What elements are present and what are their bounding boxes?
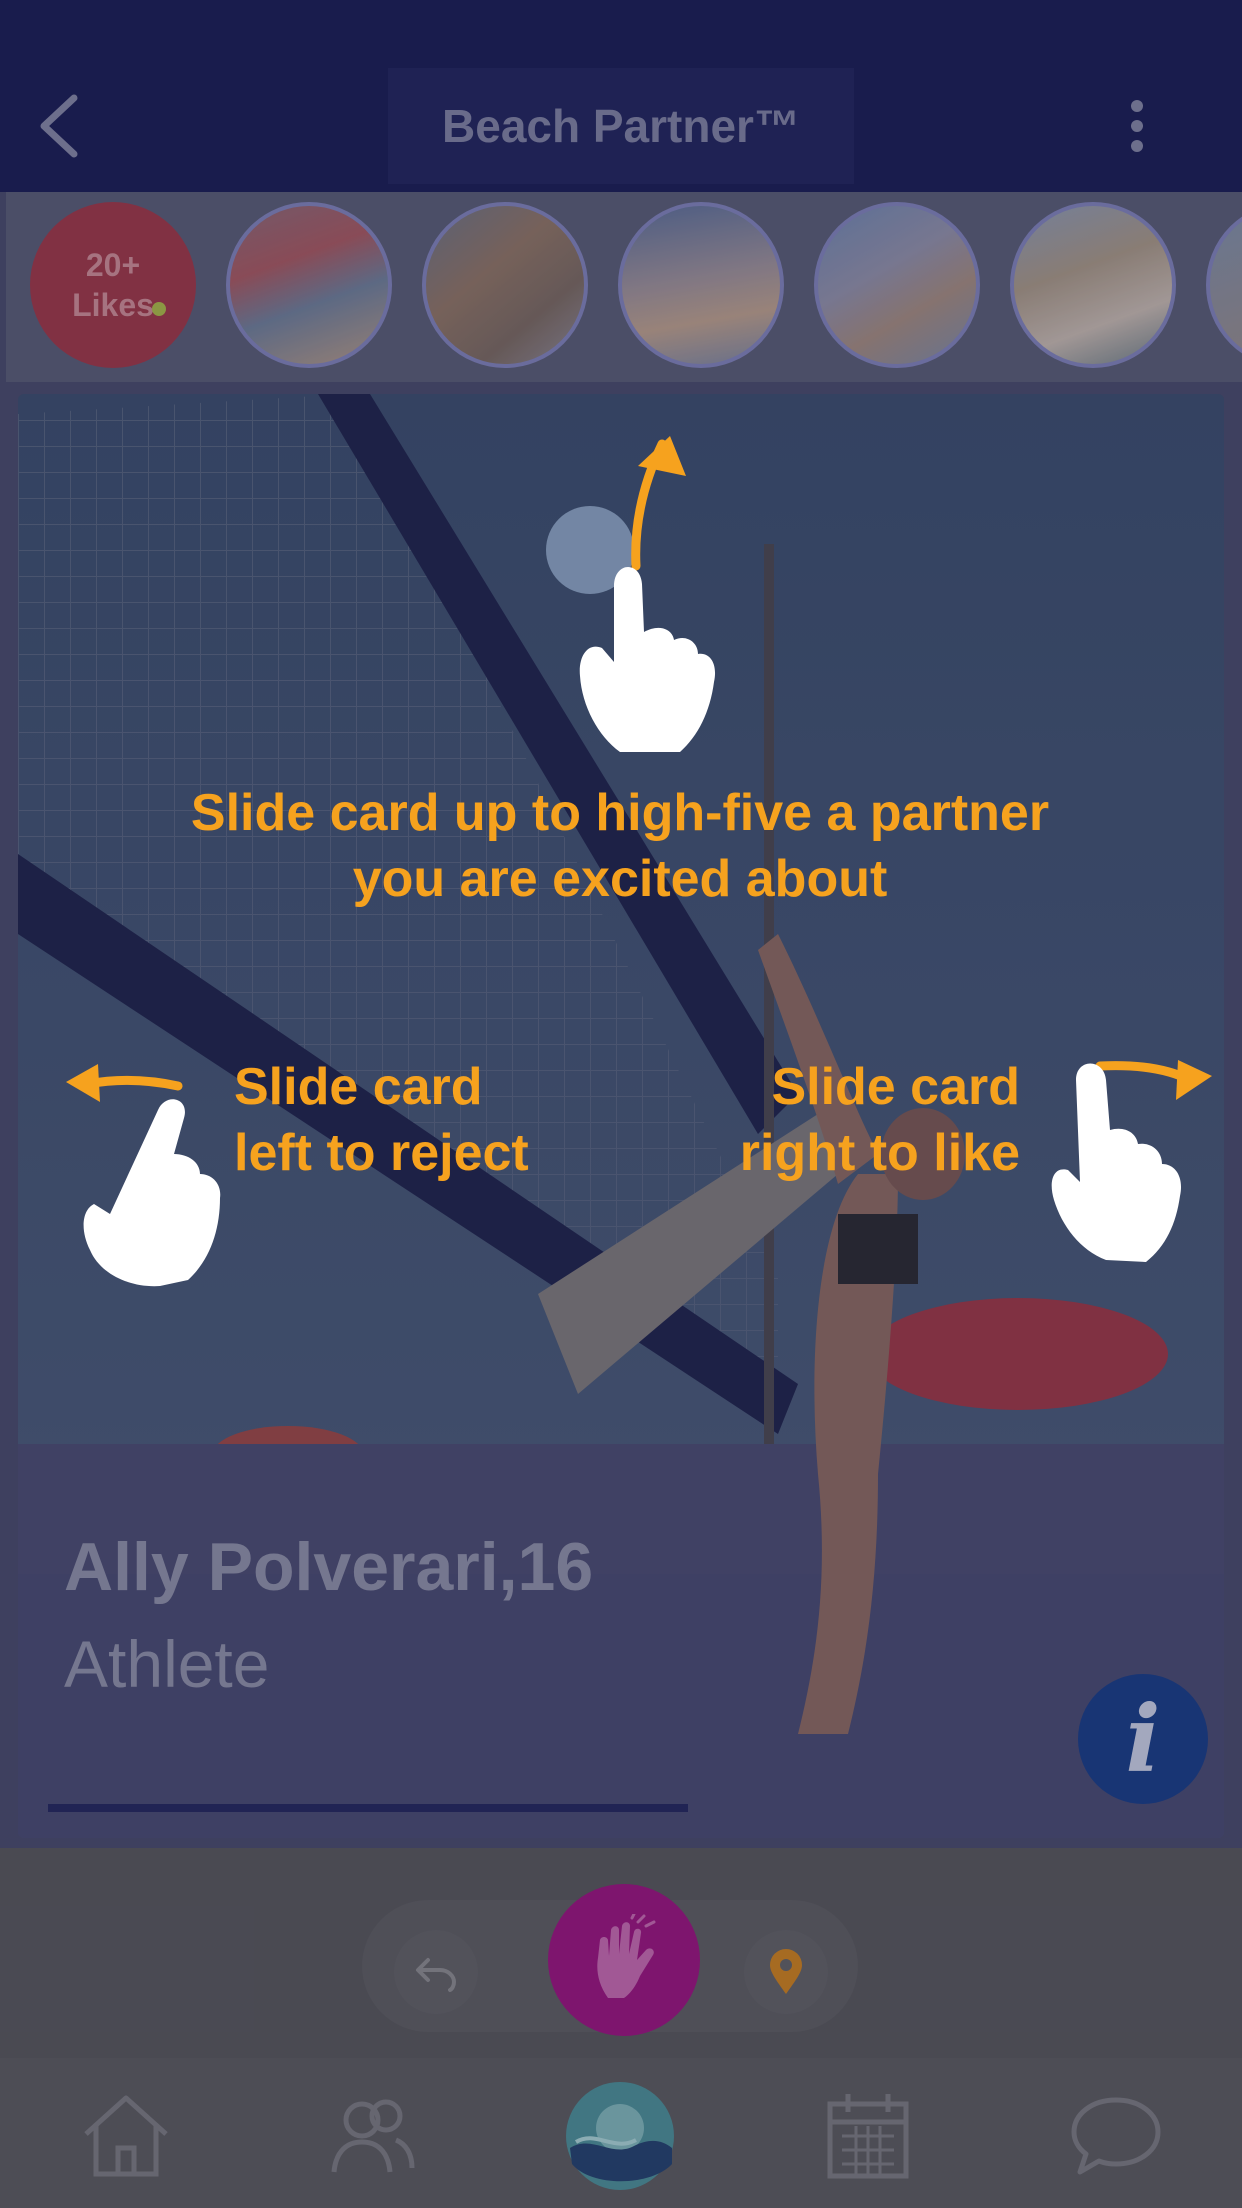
chat-icon [1071, 2097, 1161, 2175]
location-button[interactable] [744, 1930, 828, 2014]
hint-swipe-left: Slide card left to reject [234, 1058, 529, 1182]
card-progress-bar [48, 1804, 688, 1812]
likes-badge[interactable]: 20+ Likes [30, 202, 196, 368]
logo-icon [566, 2082, 674, 2190]
undo-icon [416, 1958, 457, 1992]
likes-label: Likes [72, 287, 154, 323]
more-vertical-icon [1131, 100, 1143, 152]
app-title: Beach Partner™ [388, 68, 854, 184]
avatar[interactable] [226, 202, 392, 368]
swipe-right-hand-icon [1051, 1060, 1212, 1262]
info-button[interactable]: i [1078, 1674, 1208, 1804]
more-menu-button[interactable] [1112, 92, 1162, 162]
undo-button[interactable] [394, 1930, 478, 2014]
tab-calendar[interactable] [808, 2076, 928, 2196]
swipe-up-hand-icon [579, 436, 716, 752]
tab-home[interactable] [66, 2076, 186, 2196]
matches-strip[interactable]: 20+ Likes [6, 192, 1242, 382]
high-five-button[interactable] [548, 1884, 700, 2036]
avatar[interactable] [422, 202, 588, 368]
people-icon [331, 2099, 415, 2173]
hint-swipe-right: Slide card right to like [739, 1058, 1020, 1182]
tab-beach-partner[interactable] [560, 2076, 680, 2196]
swipe-screen: Beach Partner™ 20+ Likes Ally Polverari,… [0, 0, 1242, 2208]
status-bar [0, 0, 1242, 62]
avatar[interactable] [1206, 202, 1242, 368]
swipe-left-hand-icon [66, 1064, 221, 1287]
avatar[interactable] [814, 202, 980, 368]
high-five-icon [597, 1914, 656, 1998]
info-icon: i [1125, 1685, 1161, 1793]
profile-role: Athlete [64, 1627, 270, 1701]
hint-swipe-up: Slide card up to high-five a partner you… [190, 784, 1050, 908]
tab-chat[interactable] [1056, 2076, 1176, 2196]
back-button[interactable] [28, 90, 98, 160]
calendar-icon [827, 2094, 909, 2179]
profile-name: Ally Polverari,16 [64, 1529, 594, 1605]
app-bar: Beach Partner™ [0, 62, 1242, 192]
location-pin-icon [770, 1949, 802, 1994]
avatar[interactable] [618, 202, 784, 368]
tab-people[interactable] [312, 2076, 432, 2196]
action-area [0, 1848, 1242, 2058]
likes-count: 20+ [85, 247, 141, 283]
home-icon [84, 2095, 168, 2177]
bottom-tab-bar [0, 2058, 1242, 2208]
notification-dot [152, 302, 166, 316]
chevron-left-icon [40, 94, 78, 158]
avatar[interactable] [1010, 202, 1176, 368]
